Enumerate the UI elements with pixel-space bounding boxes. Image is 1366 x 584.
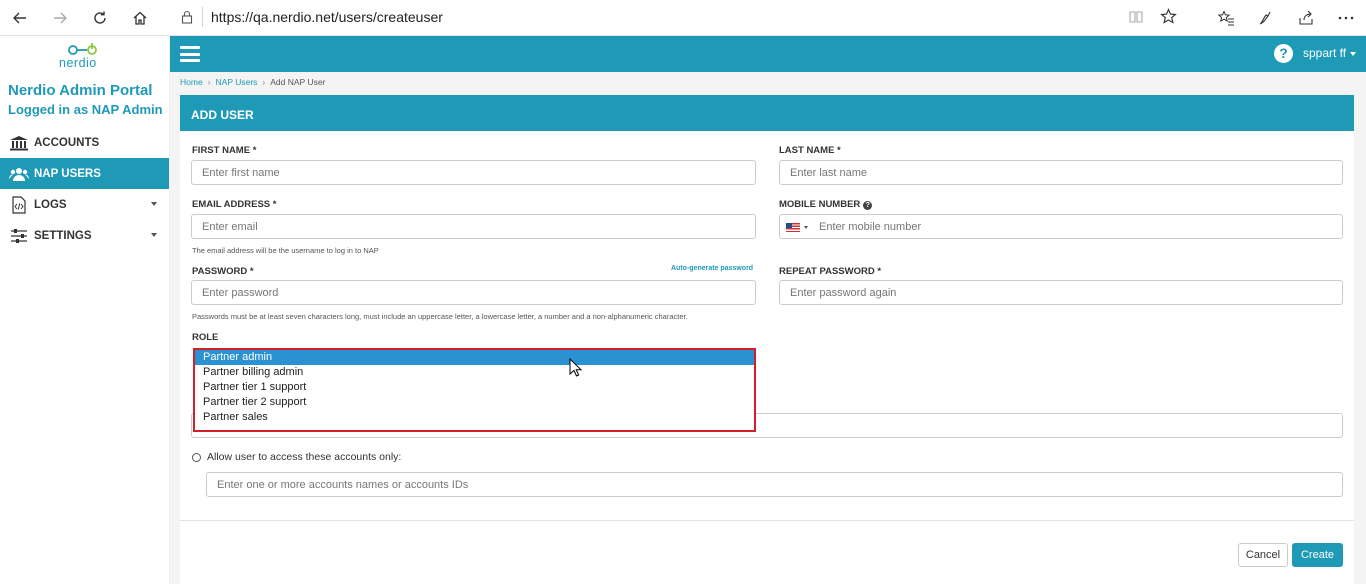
mouse-cursor-icon (569, 357, 583, 378)
user-menu[interactable]: sppart ff (1303, 46, 1357, 60)
sidebar-item-label: ACCOUNTS (34, 136, 100, 149)
sidebar-nav: ACCOUNTS NAP USERS LOGS SETTINGS (0, 127, 169, 251)
refresh-button[interactable] (80, 0, 120, 36)
home-button[interactable] (120, 0, 160, 36)
sidebar-item-settings[interactable]: SETTINGS (0, 220, 169, 251)
breadcrumb-nap-users-link[interactable]: NAP Users (216, 77, 258, 87)
pen-icon[interactable] (1246, 0, 1286, 36)
allow-accounts-label: Allow user to access these accounts only… (207, 451, 402, 463)
users-icon (8, 165, 30, 183)
role-option[interactable]: Partner sales (195, 410, 754, 425)
role-dropdown-list[interactable]: Partner admin Partner billing admin Part… (193, 348, 756, 432)
sidebar-item-label: NAP USERS (34, 167, 101, 180)
role-option[interactable]: Partner billing admin (195, 365, 754, 380)
first-name-field[interactable] (191, 160, 756, 185)
sidebar-item-logs[interactable]: LOGS (0, 189, 169, 220)
chevron-down-icon[interactable] (804, 226, 808, 229)
help-icon[interactable]: ? (1274, 44, 1293, 63)
first-name-input[interactable] (192, 161, 755, 184)
nerdio-logo[interactable]: nerdio (58, 40, 114, 70)
favorites-list-icon[interactable] (1206, 0, 1246, 36)
footer-divider (180, 520, 1354, 521)
mobile-input[interactable] (780, 215, 1342, 238)
password-help-text: Passwords must be at least seven charact… (192, 312, 688, 321)
back-button[interactable] (0, 0, 40, 36)
repeat-password-label: REPEAT PASSWORD * (779, 266, 882, 277)
chevron-down-icon (1350, 51, 1357, 56)
cancel-button[interactable]: Cancel (1238, 543, 1288, 567)
first-name-label: FIRST NAME * (192, 145, 257, 156)
bank-icon (8, 134, 30, 152)
email-input[interactable] (192, 215, 755, 238)
question-circle-icon[interactable]: ? (863, 201, 873, 210)
last-name-field[interactable] (779, 160, 1343, 185)
accounts-search-input[interactable] (207, 473, 1342, 496)
email-help-text: The email address will be the username t… (192, 246, 379, 255)
reading-view-icon[interactable] (1128, 9, 1144, 30)
password-label: PASSWORD * (192, 266, 254, 277)
mobile-field[interactable] (779, 214, 1343, 239)
sidebar-item-accounts[interactable]: ACCOUNTS (0, 127, 169, 158)
sliders-icon (8, 227, 30, 245)
breadcrumb-current: Add NAP User (270, 77, 326, 87)
allow-accounts-radio[interactable] (192, 453, 201, 462)
email-field[interactable] (191, 214, 756, 239)
password-input[interactable] (192, 281, 755, 304)
more-options-icon[interactable] (1326, 0, 1366, 36)
repeat-password-input[interactable] (780, 281, 1342, 304)
password-field[interactable] (191, 280, 756, 305)
svg-text:nerdio: nerdio (59, 56, 97, 70)
favorite-star-icon[interactable] (1160, 8, 1177, 30)
panel-title: ADD USER (180, 95, 1354, 131)
url-text[interactable]: https://qa.nerdio.net/users/createuser (211, 9, 443, 25)
menu-toggle-icon[interactable] (180, 46, 200, 62)
breadcrumb-home-link[interactable]: Home (180, 77, 203, 87)
email-label: EMAIL ADDRESS * (192, 199, 277, 210)
breadcrumb: Home › NAP Users › Add NAP User (180, 77, 326, 87)
chevron-down-icon (151, 233, 157, 237)
role-option[interactable]: Partner tier 2 support (195, 395, 754, 410)
role-option[interactable]: Partner admin (195, 350, 754, 365)
chevron-down-icon (151, 202, 157, 206)
last-name-label: LAST NAME * (779, 145, 841, 156)
us-flag-icon[interactable] (786, 223, 800, 232)
logged-in-label: Logged in as NAP Admin (8, 102, 163, 117)
auto-generate-password-link[interactable]: Auto-generate password (671, 265, 753, 272)
role-option[interactable]: Partner tier 1 support (195, 380, 754, 395)
sidebar: nerdio Nerdio Admin Portal Logged in as … (0, 36, 170, 584)
lock-icon (172, 10, 202, 24)
address-bar[interactable]: https://qa.nerdio.net/users/createuser (172, 2, 1192, 32)
mobile-label: MOBILE NUMBER? (779, 199, 873, 210)
portal-title: Nerdio Admin Portal (8, 82, 153, 99)
sidebar-item-nap-users[interactable]: NAP USERS (0, 158, 169, 189)
create-button[interactable]: Create (1292, 543, 1343, 567)
share-icon[interactable] (1286, 0, 1326, 36)
sidebar-item-label: LOGS (34, 198, 67, 211)
code-file-icon (8, 195, 30, 214)
forward-button[interactable] (40, 0, 80, 36)
sidebar-item-label: SETTINGS (34, 229, 92, 242)
browser-toolbar: https://qa.nerdio.net/users/createuser (0, 0, 1366, 36)
app-header: ? sppart ff (170, 36, 1366, 72)
last-name-input[interactable] (780, 161, 1342, 184)
role-label: ROLE (192, 332, 219, 343)
repeat-password-field[interactable] (779, 280, 1343, 305)
accounts-search-field[interactable] (206, 472, 1343, 497)
address-separator (202, 7, 203, 27)
